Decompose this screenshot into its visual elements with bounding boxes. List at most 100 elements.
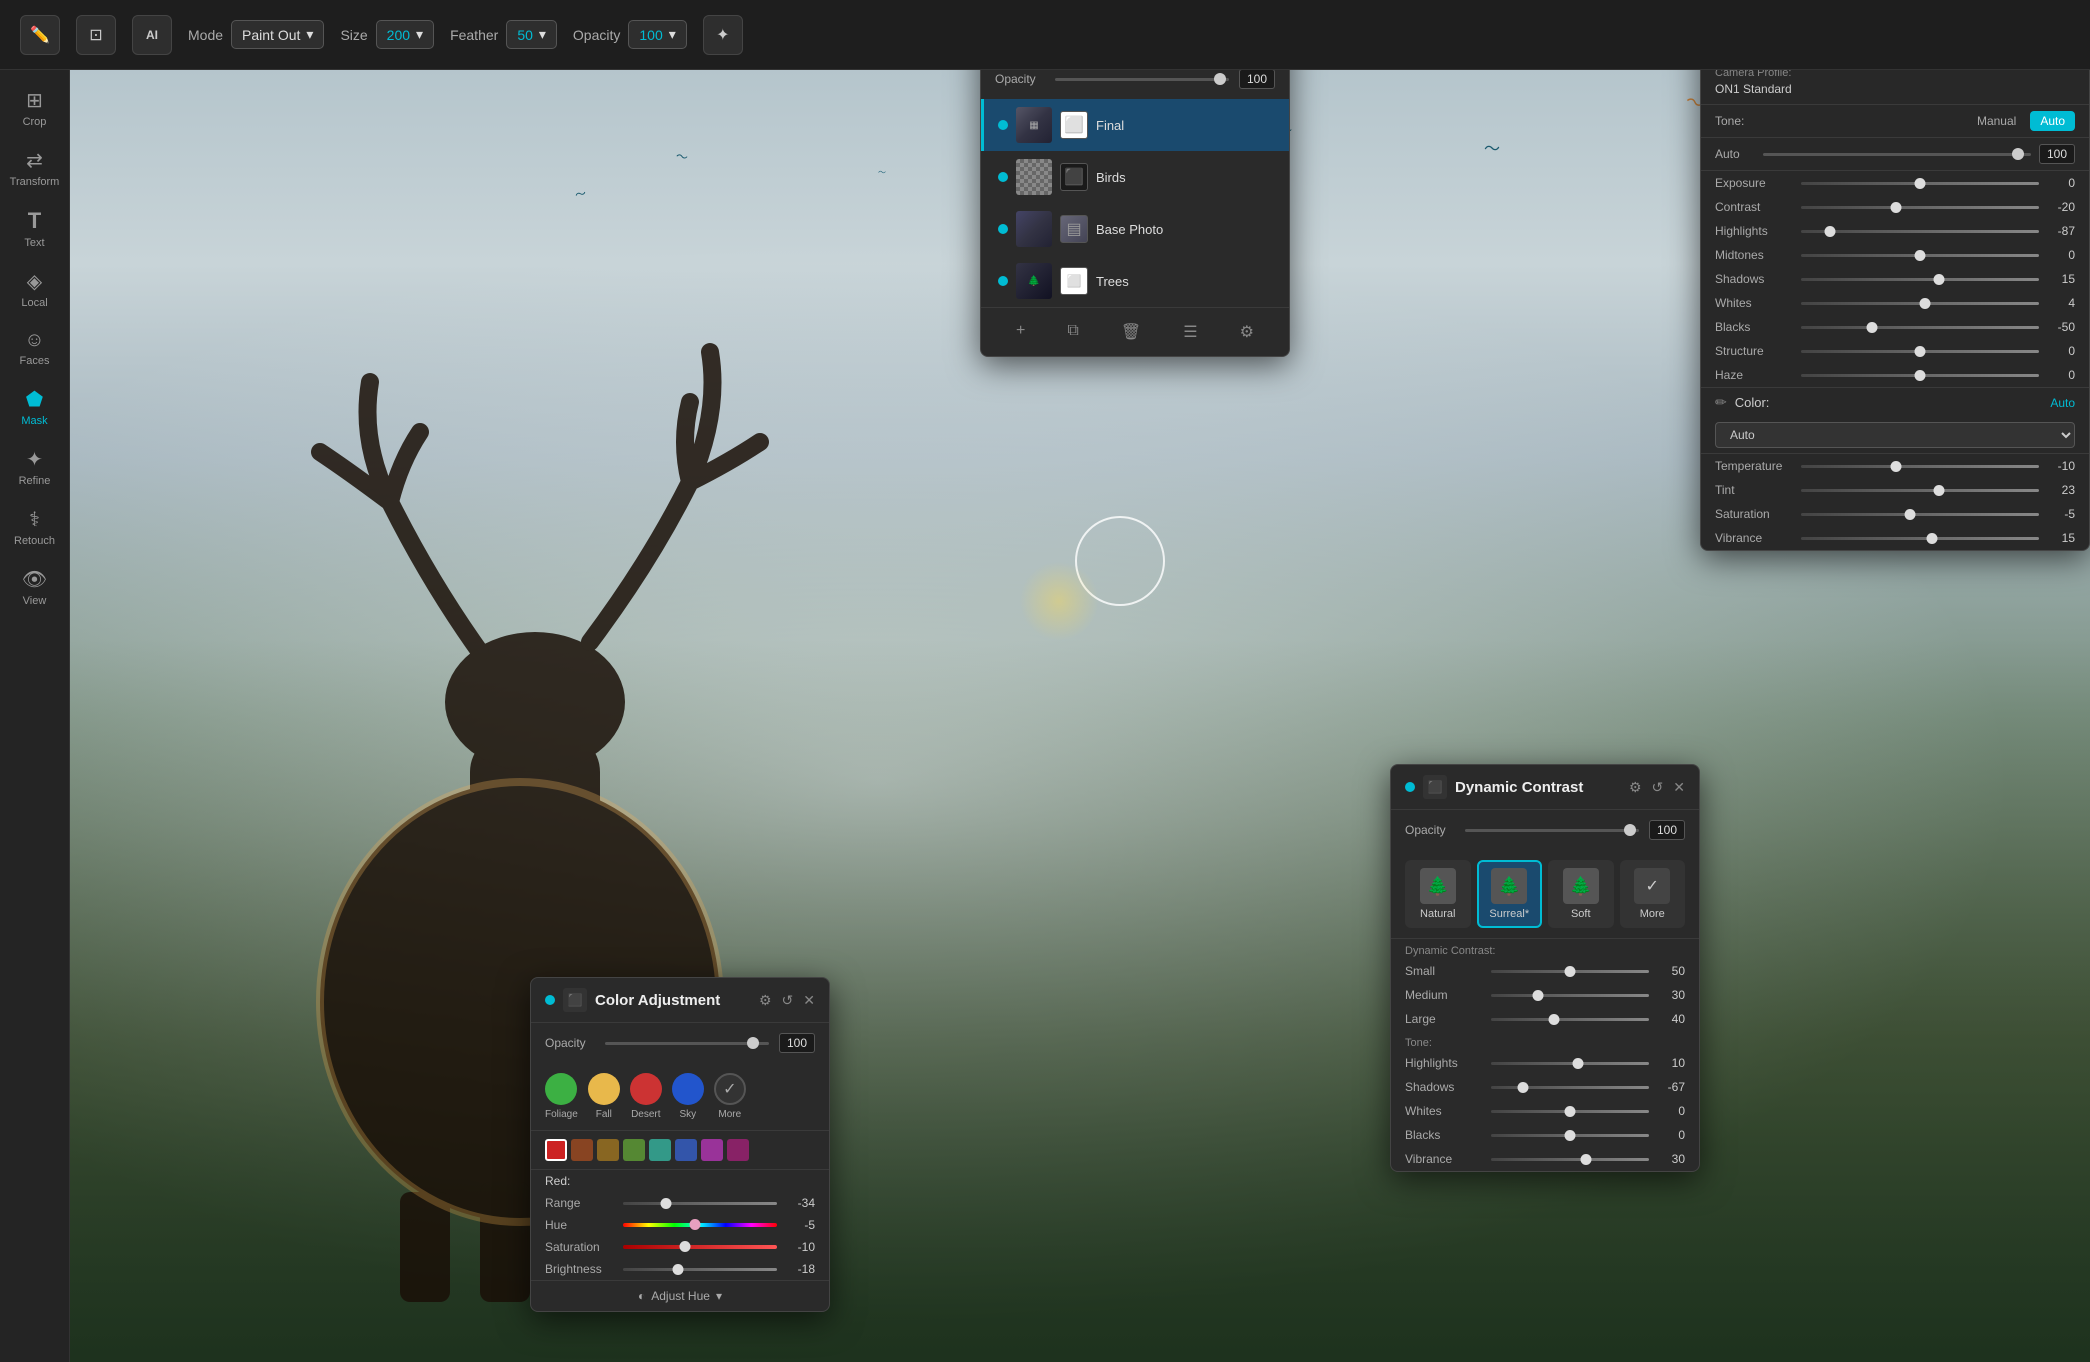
sidebar-item-transform[interactable]: ⇄ Transform — [6, 140, 64, 196]
tone-slider-track-exposure[interactable] — [1801, 182, 2039, 185]
adj-sat-slider[interactable] — [623, 1245, 777, 1249]
adj-bright-thumb[interactable] — [673, 1264, 684, 1275]
mini-swatch-5[interactable] — [675, 1139, 697, 1161]
paint-tool-icon[interactable]: ✏️ — [20, 15, 60, 55]
layer-dot-basephoto[interactable] — [998, 224, 1008, 234]
add-layer-button[interactable]: + — [1008, 318, 1033, 346]
wand-icon[interactable]: ✦ — [703, 15, 743, 55]
tone-thumb-blacks[interactable] — [1867, 322, 1878, 333]
adj-range-thumb[interactable] — [661, 1198, 672, 1209]
auto-slider[interactable] — [1763, 153, 2031, 156]
adj-range-slider[interactable] — [623, 1202, 777, 1205]
color-thumb-temperature[interactable] — [1891, 461, 1902, 472]
mini-swatch-4[interactable] — [649, 1139, 671, 1161]
layer-dot-trees[interactable] — [998, 276, 1008, 286]
adj-hue-slider[interactable] — [623, 1223, 777, 1227]
sidebar-item-retouch[interactable]: ⚕ Retouch — [6, 499, 64, 555]
mini-swatch-7[interactable] — [727, 1139, 749, 1161]
dc-tone-track-highlights[interactable] — [1491, 1062, 1649, 1065]
dynamic-reset-icon[interactable]: ↺ — [1652, 779, 1664, 796]
tone-slider-track-haze[interactable] — [1801, 374, 2039, 377]
dc-thumb-small[interactable] — [1565, 966, 1576, 977]
group-layers-button[interactable]: ☰ — [1175, 318, 1205, 346]
dc-tone-track-blacks[interactable] — [1491, 1134, 1649, 1137]
tone-thumb-structure[interactable] — [1915, 346, 1926, 357]
tone-thumb-whites[interactable] — [1919, 298, 1930, 309]
dc-tone-track-shadows[interactable] — [1491, 1086, 1649, 1089]
swatch-desert[interactable]: Desert — [630, 1073, 662, 1120]
color-slider-track-vibrance[interactable] — [1801, 537, 2039, 540]
size-dropdown[interactable]: 200 ▾ — [376, 20, 434, 49]
layers-opacity-thumb[interactable] — [1214, 73, 1226, 85]
adj-hue-thumb[interactable] — [690, 1219, 701, 1230]
tone-thumb-haze[interactable] — [1915, 370, 1926, 381]
tone-slider-track-blacks[interactable] — [1801, 326, 2039, 329]
tone-slider-track-shadows[interactable] — [1801, 278, 2039, 281]
dc-slider-track-large[interactable] — [1491, 1018, 1649, 1021]
preset-natural[interactable]: 🌲 Natural — [1405, 860, 1471, 928]
tone-thumb-highlights[interactable] — [1824, 226, 1835, 237]
sidebar-item-mask[interactable]: ⬟ Mask — [6, 379, 64, 435]
adj-sat-thumb[interactable] — [679, 1241, 690, 1252]
swatch-sky[interactable]: Sky — [672, 1073, 704, 1120]
mini-swatch-0[interactable] — [545, 1139, 567, 1161]
dc-thumb-large[interactable] — [1549, 1014, 1560, 1025]
dc-slider-track-small[interactable] — [1491, 970, 1649, 973]
sidebar-item-refine[interactable]: ✦ Refine — [6, 439, 64, 495]
layer-item-trees[interactable]: 🌲 ⬜ Trees — [981, 255, 1289, 307]
preset-soft[interactable]: 🌲 Soft — [1548, 860, 1614, 928]
dynamic-close-icon[interactable]: ✕ — [1673, 779, 1685, 796]
color-adj-opacity-slider[interactable] — [605, 1042, 769, 1045]
swatch-fall[interactable]: Fall — [588, 1073, 620, 1120]
mini-swatch-3[interactable] — [623, 1139, 645, 1161]
tone-slider-track-structure[interactable] — [1801, 350, 2039, 353]
mini-swatch-2[interactable] — [597, 1139, 619, 1161]
adj-bright-slider[interactable] — [623, 1268, 777, 1271]
auto-slider-thumb[interactable] — [2012, 148, 2024, 160]
preset-surreal[interactable]: 🌲 Surreal* — [1477, 860, 1543, 928]
mini-swatch-6[interactable] — [701, 1139, 723, 1161]
tone-thumb-shadows[interactable] — [1934, 274, 1945, 285]
tone-thumb-contrast[interactable] — [1891, 202, 1902, 213]
color-thumb-saturation[interactable] — [1905, 509, 1916, 520]
sidebar-item-faces[interactable]: ☺ Faces — [6, 321, 64, 375]
delete-layer-button[interactable]: 🗑 — [1113, 318, 1149, 346]
color-auto-button[interactable]: Auto — [2050, 396, 2075, 410]
layer-item-basephoto[interactable]: ▤ Base Photo — [981, 203, 1289, 255]
color-thumb-vibrance[interactable] — [1926, 533, 1937, 544]
tone-slider-track-midtones[interactable] — [1801, 254, 2039, 257]
opacity-dropdown[interactable]: 100 ▾ — [628, 20, 686, 49]
layer-settings-button[interactable]: ⚙ — [1232, 318, 1262, 346]
mode-dropdown[interactable]: Paint Out ▾ — [231, 20, 324, 49]
duplicate-layer-button[interactable]: ⧉ — [1059, 318, 1086, 346]
dc-thumb-medium[interactable] — [1533, 990, 1544, 1001]
dc-tone-thumb-shadows[interactable] — [1517, 1082, 1528, 1093]
tone-slider-track-contrast[interactable] — [1801, 206, 2039, 209]
mini-swatch-1[interactable] — [571, 1139, 593, 1161]
color-adj-close-icon[interactable]: ✕ — [803, 992, 815, 1009]
preset-more[interactable]: ✓ More — [1620, 860, 1686, 928]
dc-tone-thumb-highlights[interactable] — [1572, 1058, 1583, 1069]
tone-slider-track-highlights[interactable] — [1801, 230, 2039, 233]
adj-footer[interactable]: ◐ Adjust Hue ▾ — [531, 1280, 829, 1311]
sidebar-item-text[interactable]: T Text — [6, 200, 64, 257]
color-adj-reset-icon[interactable]: ↺ — [782, 992, 794, 1009]
vibrance-slider[interactable] — [1491, 1158, 1649, 1161]
dynamic-settings-icon[interactable]: ⚙ — [1629, 779, 1642, 796]
sidebar-item-view[interactable]: 👁 View — [6, 559, 64, 615]
swatch-more[interactable]: ✓ More — [714, 1073, 746, 1120]
dc-tone-thumb-whites[interactable] — [1565, 1106, 1576, 1117]
layer-dot-final[interactable] — [998, 120, 1008, 130]
sidebar-item-crop[interactable]: ⊞ Crop — [6, 80, 64, 136]
color-adj-opacity-thumb[interactable] — [747, 1037, 759, 1049]
auto-tab[interactable]: Auto — [2030, 111, 2075, 131]
layer-dot-birds[interactable] — [998, 172, 1008, 182]
color-slider-track-saturation[interactable] — [1801, 513, 2039, 516]
layers-opacity-slider[interactable] — [1055, 78, 1229, 81]
ai-icon[interactable]: AI — [132, 15, 172, 55]
manual-tab[interactable]: Manual — [1967, 111, 2026, 131]
tone-slider-track-whites[interactable] — [1801, 302, 2039, 305]
color-auto-select[interactable]: Auto — [1715, 422, 2075, 448]
tone-thumb-exposure[interactable] — [1915, 178, 1926, 189]
color-slider-track-tint[interactable] — [1801, 489, 2039, 492]
